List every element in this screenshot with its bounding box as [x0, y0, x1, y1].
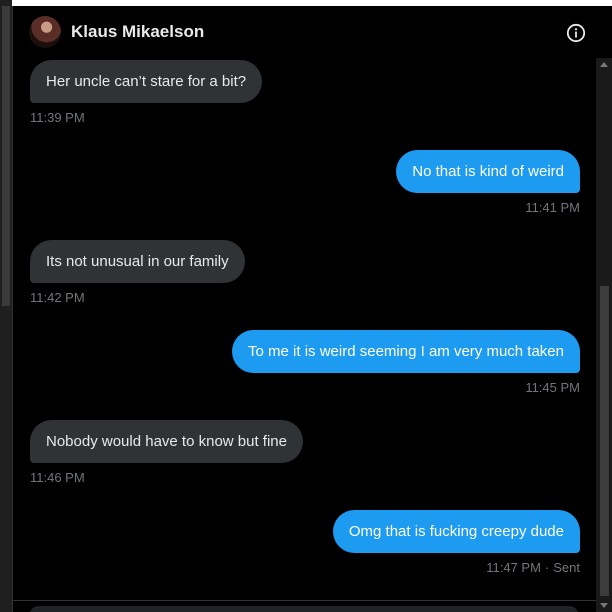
message-timestamp: 11:41 PM [525, 200, 580, 215]
message-timestamp: 11:42 PM [30, 290, 85, 305]
sent-status: Sent [553, 560, 580, 575]
message-input[interactable] [29, 606, 579, 612]
outgoing-message-bubble[interactable]: To me it is weird seeming I am very much… [232, 330, 580, 373]
scrollbar-thumb[interactable] [600, 286, 609, 596]
message-scrollbar[interactable] [596, 58, 612, 612]
timestamp-text: 11:47 PM [486, 560, 541, 575]
left-scrollbar-thumb[interactable] [2, 6, 10, 306]
message-timestamp: 11:47 PM · Sent [486, 560, 580, 575]
info-icon[interactable] [566, 23, 586, 43]
separator-dot: · [544, 560, 550, 575]
incoming-message-bubble[interactable]: Her uncle can’t stare for a bit? [30, 60, 263, 103]
outgoing-message-bubble[interactable]: Omg that is fucking creepy dude [332, 510, 580, 553]
dm-conversation-panel: Klaus Mikaelson Her uncle can’t stare fo… [12, 6, 612, 612]
timestamp-text: 11:39 PM [30, 110, 85, 125]
outgoing-message-bubble[interactable]: No that is kind of weird [396, 150, 580, 193]
message-timestamp: 11:46 PM [30, 470, 85, 485]
scroll-up-arrow-icon[interactable] [600, 62, 608, 67]
left-scrollbar[interactable] [0, 0, 12, 612]
scroll-down-arrow-icon[interactable] [600, 603, 608, 608]
incoming-message-bubble[interactable]: Nobody would have to know but fine [30, 420, 303, 463]
conversation-header: Klaus Mikaelson [13, 6, 596, 58]
timestamp-text: 11:46 PM [30, 470, 85, 485]
contact-name[interactable]: Klaus Mikaelson [71, 22, 204, 42]
timestamp-text: 11:41 PM [525, 200, 580, 215]
message-timestamp: 11:39 PM [30, 110, 85, 125]
composer-area [13, 600, 596, 612]
avatar[interactable] [29, 16, 61, 48]
message-timestamp: 11:45 PM [525, 380, 580, 395]
message-list: Her uncle can’t stare for a bit? 11:39 P… [13, 58, 596, 598]
incoming-message-bubble[interactable]: Its not unusual in our family [30, 240, 245, 283]
timestamp-text: 11:42 PM [30, 290, 85, 305]
timestamp-text: 11:45 PM [525, 380, 580, 395]
